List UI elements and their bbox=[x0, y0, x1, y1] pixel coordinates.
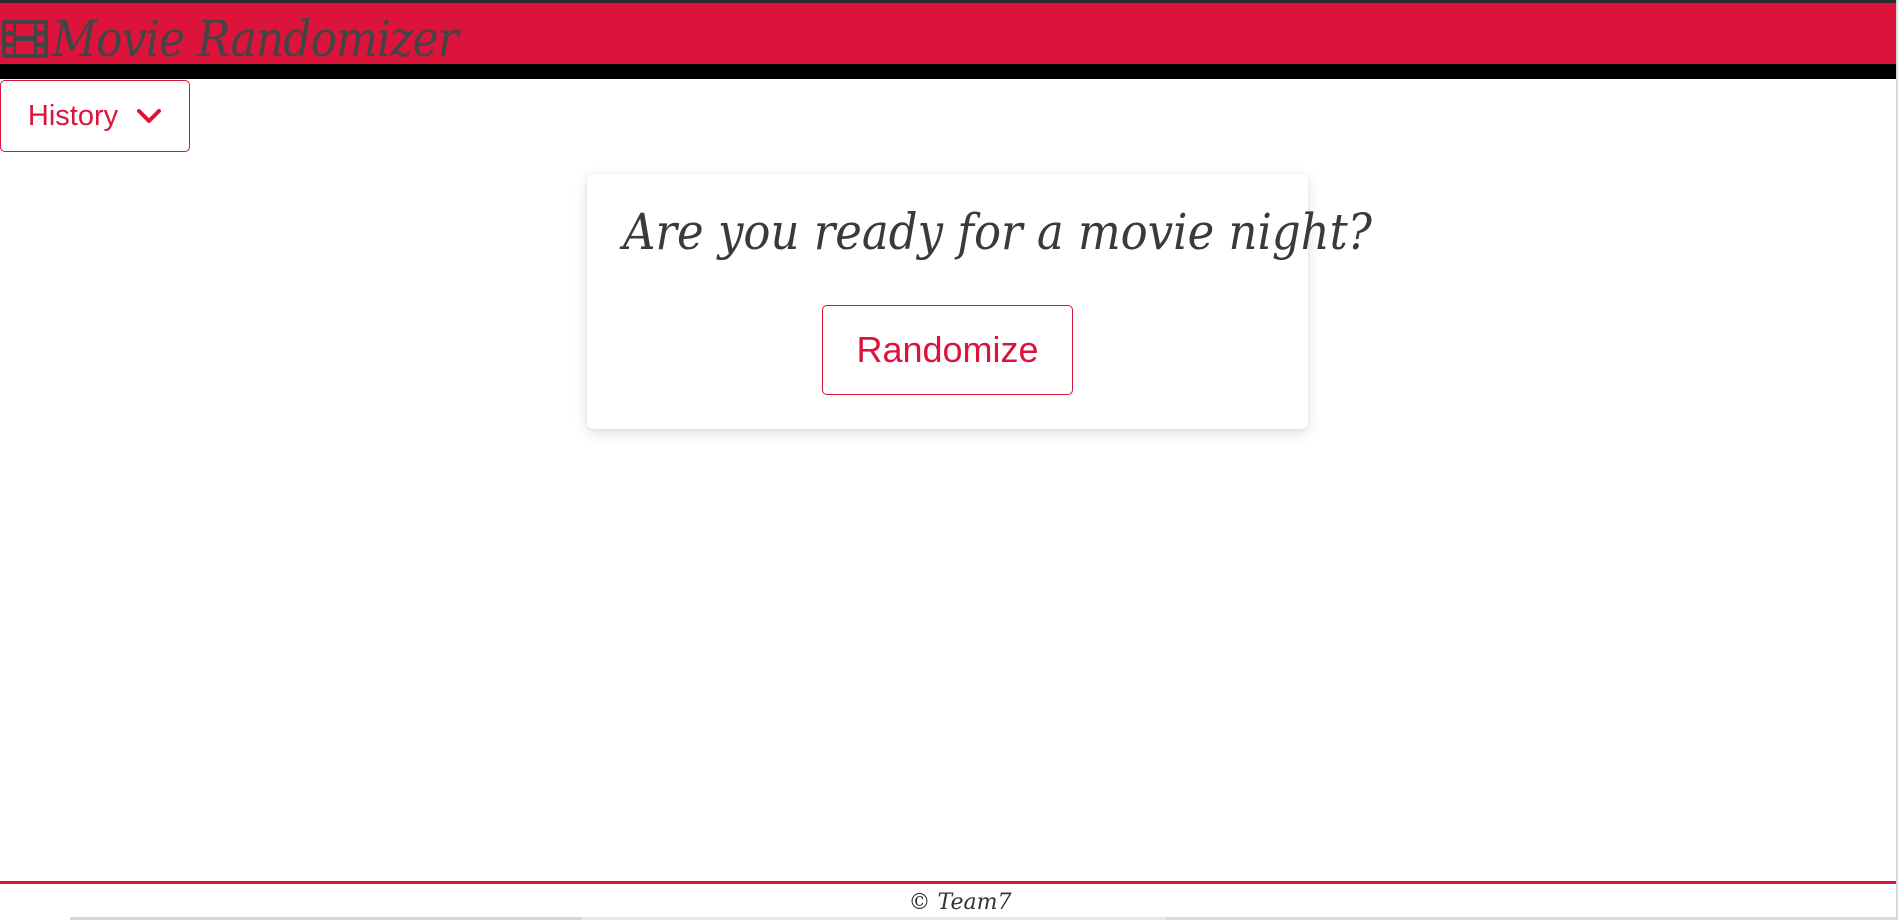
app-title: Movie Randomizer bbox=[52, 10, 459, 68]
chevron-down-icon bbox=[137, 109, 162, 123]
header-underline bbox=[0, 64, 1896, 79]
footer-copyright: © Team7 bbox=[908, 890, 1012, 915]
randomizer-card: Are you ready for a movie night? Randomi… bbox=[587, 174, 1372, 429]
header-bar: Movie Randomizer bbox=[0, 3, 1896, 64]
history-dropdown-button[interactable]: History bbox=[0, 80, 190, 152]
page: Movie Randomizer History Are you ready f… bbox=[0, 0, 1898, 920]
card-heading: Are you ready for a movie night? bbox=[623, 203, 1372, 261]
footer-divider bbox=[0, 881, 1896, 884]
randomize-button[interactable]: Randomize bbox=[822, 305, 1073, 395]
brand[interactable]: Movie Randomizer bbox=[0, 9, 513, 69]
film-icon bbox=[2, 20, 48, 58]
history-label: History bbox=[27, 99, 119, 132]
